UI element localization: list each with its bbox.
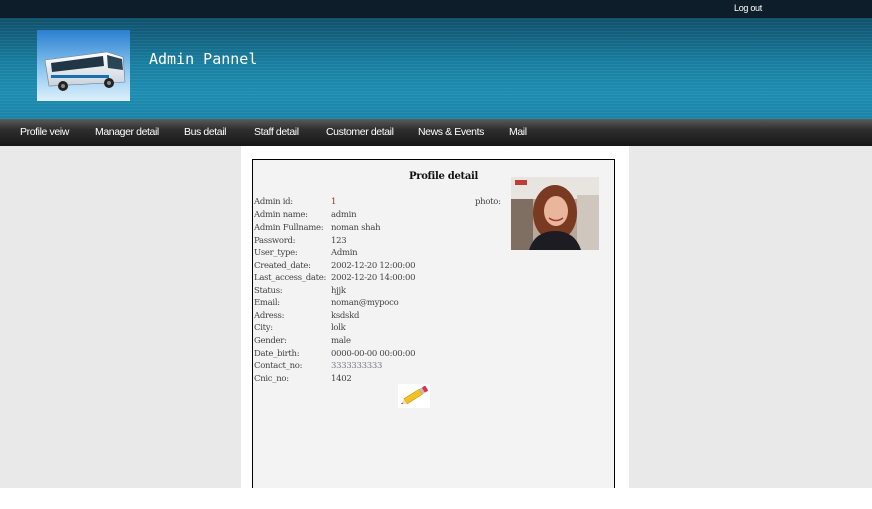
field-value: male — [331, 336, 351, 346]
field-value: 0000-00-00 00:00:00 — [331, 349, 416, 359]
field-label: Admin Fullname: — [254, 223, 324, 233]
site-title: Admin Pannel — [149, 50, 258, 68]
profile-photo — [511, 177, 599, 250]
nav-bus-detail[interactable]: Bus detail — [184, 126, 227, 138]
field-value: noman shah — [331, 223, 381, 233]
field-value: 2002-12-20 14:00:00 — [331, 273, 416, 283]
field-value: 3333333333 — [331, 361, 383, 371]
field-label: Status: — [254, 286, 283, 296]
field-value: ksdskd — [331, 311, 360, 321]
field-label: Last_access_date: — [254, 273, 327, 283]
field-value: 1 — [331, 197, 337, 207]
field-label: Date_birth: — [254, 349, 300, 359]
field-value: lolk — [331, 323, 346, 333]
nav-manager-detail[interactable]: Manager detail — [95, 126, 159, 138]
field-value: hjjk — [331, 286, 346, 296]
bus-logo — [37, 30, 130, 101]
nav-news-events[interactable]: News & Events — [418, 126, 484, 138]
field-label: Admin name: — [254, 210, 308, 220]
logout-link[interactable]: Log out — [734, 3, 762, 13]
field-label: City: — [254, 323, 273, 333]
photo-label: photo: — [475, 197, 501, 207]
field-label: Contact_no: — [254, 361, 303, 371]
profile-title: Profile detail — [409, 171, 479, 182]
pencil-icon[interactable] — [398, 384, 430, 408]
field-value: 1402 — [331, 374, 352, 384]
field-label: Admin id: — [254, 197, 293, 207]
field-label: Cnic_no: — [254, 374, 289, 384]
top-bar: Log out — [0, 0, 872, 18]
nav-mail[interactable]: Mail — [509, 126, 527, 138]
field-label: Adress: — [254, 311, 285, 321]
field-value: noman@mypoco — [331, 298, 399, 308]
field-value: Admin — [331, 248, 358, 258]
field-value: 123 — [331, 236, 347, 246]
field-label: Email: — [254, 298, 280, 308]
nav-customer-detail[interactable]: Customer detail — [326, 126, 394, 138]
field-label: Gender: — [254, 336, 287, 346]
field-value: 2002-12-20 12:00:00 — [331, 261, 416, 271]
field-value: admin — [331, 210, 357, 220]
main-nav: Profile veiw Manager detail Bus detail S… — [0, 119, 872, 146]
field-label: Password: — [254, 236, 296, 246]
header-banner — [0, 18, 872, 119]
nav-staff-detail[interactable]: Staff detail — [254, 126, 299, 138]
nav-profile-view[interactable]: Profile veiw — [20, 126, 69, 138]
field-label: Created_date: — [254, 261, 311, 271]
field-label: User_type: — [254, 248, 298, 258]
